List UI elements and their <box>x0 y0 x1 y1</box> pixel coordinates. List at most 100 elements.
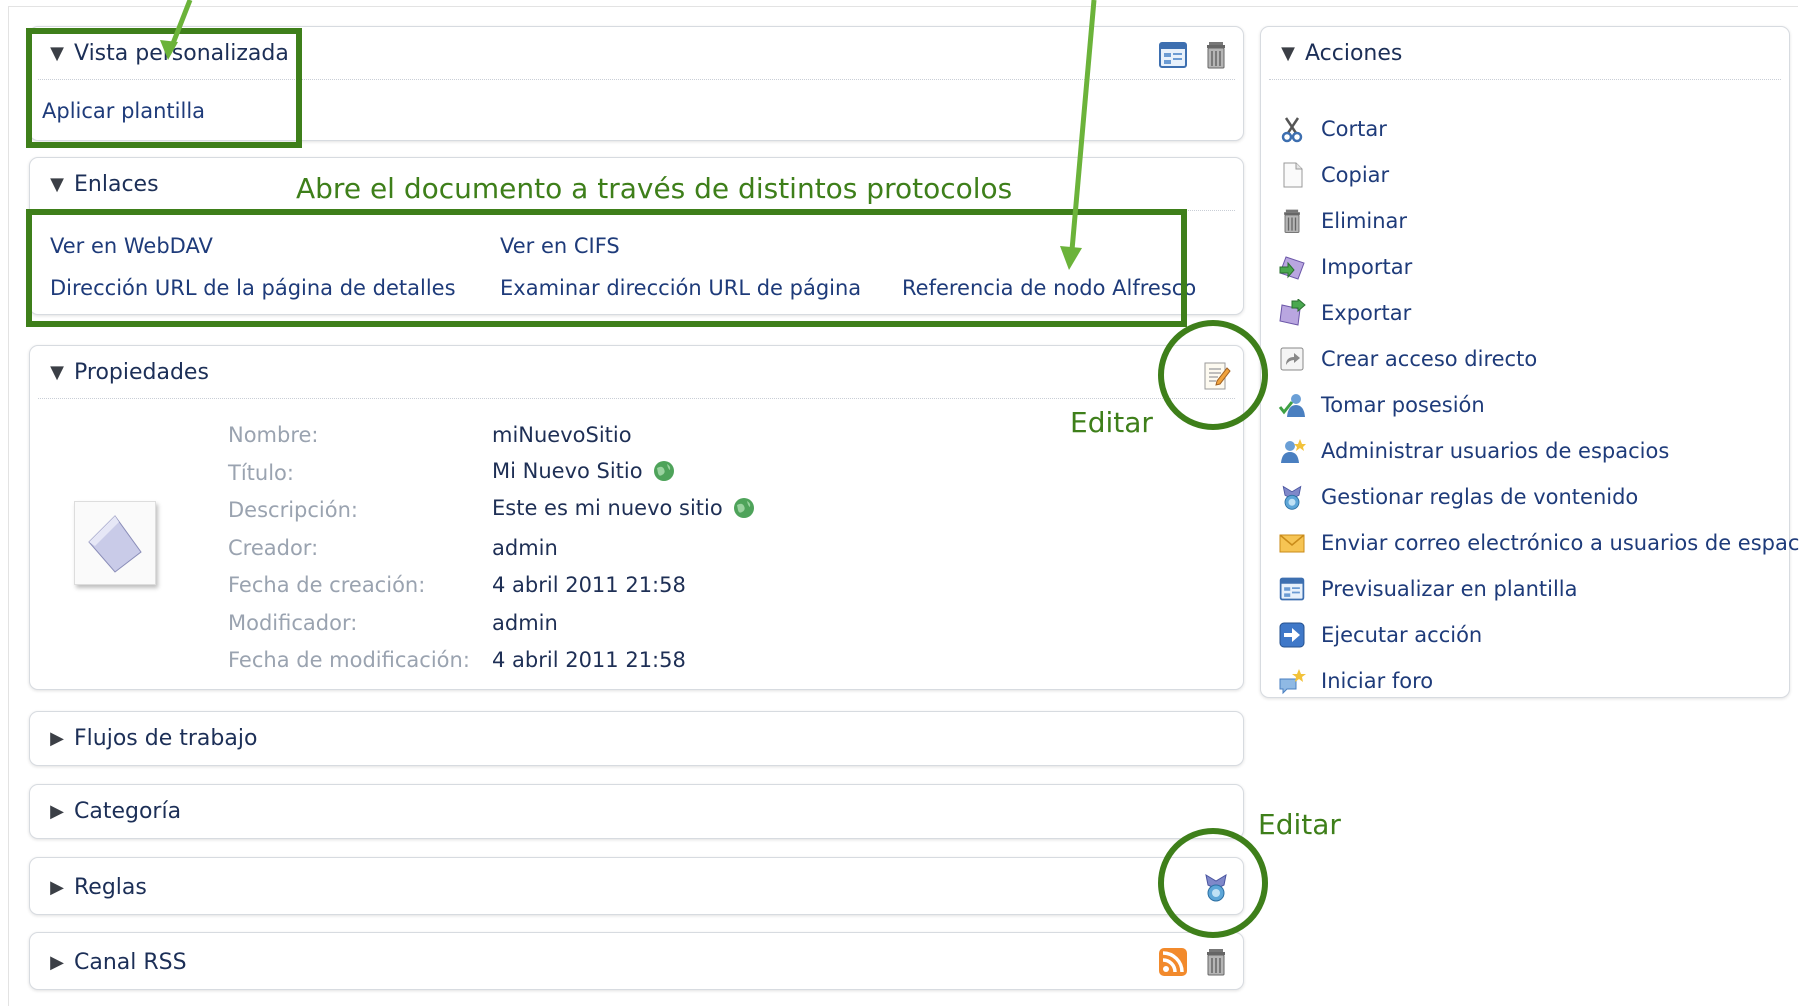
prop-value-fecha-modificacion: 4 abril 2011 21:58 <box>492 648 686 672</box>
value-text: admin <box>492 611 558 635</box>
run-action-icon <box>1279 622 1305 648</box>
trash-icon[interactable] <box>1200 39 1232 71</box>
prop-label-creador: Creador: <box>228 536 319 560</box>
panel-vista-personalizada: ▼ Vista personalizada Aplicar plantilla <box>29 26 1244 141</box>
action-administrar-usuarios[interactable]: Administrar usuarios de espacios <box>1277 434 1669 468</box>
panel-header[interactable]: ▶ Flujos de trabajo <box>30 712 1243 764</box>
value-text: Mi Nuevo Sitio <box>492 459 643 483</box>
trash-icon[interactable] <box>1200 946 1232 978</box>
action-cortar[interactable]: Cortar <box>1277 112 1387 146</box>
panel-flujos-de-trabajo: ▶ Flujos de trabajo <box>29 711 1244 766</box>
action-label: Crear acceso directo <box>1321 347 1538 371</box>
rules-icon[interactable] <box>1200 871 1232 903</box>
rss-icon[interactable] <box>1157 946 1189 978</box>
annotation-edit-rules: Editar <box>1258 808 1341 841</box>
action-label: Ejecutar acción <box>1321 623 1483 647</box>
value-text: 4 abril 2011 21:58 <box>492 648 686 672</box>
forum-icon <box>1279 669 1306 695</box>
link-cifs[interactable]: Ver en CIFS <box>500 234 620 258</box>
panel-header[interactable]: ▶ Canal RSS <box>30 933 1243 991</box>
prop-value-nombre: miNuevoSitio <box>492 423 632 447</box>
value-text: 4 abril 2011 21:58 <box>492 573 686 597</box>
divider <box>38 398 1235 399</box>
panel-canal-rss: ▶ Canal RSS <box>29 932 1244 990</box>
panel-header[interactable]: ▶ Reglas <box>30 858 1243 916</box>
action-label: Enviar correo electrónico a usuarios de … <box>1321 531 1800 555</box>
expand-triangle-icon[interactable]: ▶ <box>30 801 74 822</box>
panel-title: Reglas <box>74 874 147 900</box>
panel-title: Acciones <box>1305 40 1403 66</box>
action-eliminar[interactable]: Eliminar <box>1277 204 1407 238</box>
scissors-icon <box>1281 117 1303 143</box>
export-icon <box>1279 299 1306 326</box>
link-details-url[interactable]: Dirección URL de la página de detalles <box>50 276 456 300</box>
action-gestionar-reglas[interactable]: Gestionar reglas de vontenido <box>1277 480 1638 514</box>
prop-label-titulo: Título: <box>228 461 294 485</box>
edit-properties-icon[interactable] <box>1200 360 1232 392</box>
panel-title: Categoría <box>74 798 182 824</box>
prop-label-nombre: Nombre: <box>228 423 319 447</box>
action-label: Copiar <box>1321 163 1390 187</box>
globe-icon[interactable] <box>733 497 755 519</box>
prop-label-fecha-creacion: Fecha de creación: <box>228 573 426 597</box>
preview-template-icon <box>1279 577 1305 601</box>
link-browse-url[interactable]: Examinar dirección URL de página <box>500 276 861 300</box>
panel-header[interactable]: ▼ Propiedades <box>30 346 1243 398</box>
panel-acciones: ▼ Acciones Cortar Copiar Eliminar Import… <box>1260 26 1800 698</box>
panel-propiedades: ▼ Propiedades Nombre: Título: Descripció… <box>29 345 1244 690</box>
apply-template-link[interactable]: Aplicar plantilla <box>42 99 205 123</box>
action-tomar-posesion[interactable]: Tomar posesión <box>1277 388 1485 422</box>
globe-icon[interactable] <box>653 460 675 482</box>
prop-value-titulo: Mi Nuevo Sitio <box>492 459 675 483</box>
prop-label-fecha-modificacion: Fecha de modificación: <box>228 648 470 672</box>
prop-value-modificador: admin <box>492 611 558 635</box>
expand-triangle-icon[interactable]: ▶ <box>30 728 74 749</box>
import-icon <box>1279 256 1305 280</box>
action-previsualizar-plantilla[interactable]: Previsualizar en plantilla <box>1277 572 1578 606</box>
collapse-triangle-icon[interactable]: ▼ <box>30 362 74 383</box>
action-enviar-correo[interactable]: Enviar correo electrónico a usuarios de … <box>1277 526 1800 560</box>
collapse-triangle-icon[interactable]: ▼ <box>1261 43 1305 64</box>
action-label: Cortar <box>1321 117 1387 141</box>
value-text: Este es mi nuevo sitio <box>492 496 723 520</box>
document-thumbnail <box>74 501 156 585</box>
annotation-protocols: Abre el documento a través de distintos … <box>296 172 1013 205</box>
panel-header[interactable]: ▼ Vista personalizada <box>30 27 1243 79</box>
collapse-triangle-icon[interactable]: ▼ <box>30 174 74 195</box>
prop-value-fecha-creacion: 4 abril 2011 21:58 <box>492 573 686 597</box>
panel-title: Canal RSS <box>74 949 187 975</box>
panel-title: Enlaces <box>74 171 159 197</box>
action-iniciar-foro[interactable]: Iniciar foro <box>1277 664 1433 698</box>
divider <box>38 210 1235 211</box>
panel-title: Flujos de trabajo <box>74 725 258 751</box>
expand-triangle-icon[interactable]: ▶ <box>30 952 74 973</box>
link-webdav[interactable]: Ver en WebDAV <box>50 234 213 258</box>
panel-header[interactable]: ▶ Categoría <box>30 785 1243 837</box>
action-copiar[interactable]: Copiar <box>1277 158 1389 192</box>
action-label: Exportar <box>1321 301 1412 325</box>
expand-triangle-icon[interactable]: ▶ <box>30 877 74 898</box>
panel-categoria: ▶ Categoría <box>29 784 1244 839</box>
action-crear-acceso-directo[interactable]: Crear acceso directo <box>1277 342 1537 376</box>
action-label: Tomar posesión <box>1321 393 1485 417</box>
link-alfresco-node-ref[interactable]: Referencia de nodo Alfresco <box>902 276 1196 300</box>
action-label: Previsualizar en plantilla <box>1321 577 1578 601</box>
trash-icon <box>1284 209 1300 233</box>
manage-users-icon <box>1281 439 1306 463</box>
panel-header[interactable]: ▼ Acciones <box>1261 27 1789 79</box>
action-label: Importar <box>1321 255 1413 279</box>
panel-title: Propiedades <box>74 359 209 385</box>
action-ejecutar-accion[interactable]: Ejecutar acción <box>1277 618 1482 652</box>
email-icon <box>1279 534 1305 553</box>
action-importar[interactable]: Importar <box>1277 250 1412 284</box>
action-label: Iniciar foro <box>1321 669 1434 693</box>
action-label: Gestionar reglas de vontenido <box>1321 485 1639 509</box>
action-exportar[interactable]: Exportar <box>1277 296 1411 330</box>
value-text: admin <box>492 536 558 560</box>
shortcut-icon <box>1280 347 1304 371</box>
divider <box>1269 79 1781 80</box>
collapse-triangle-icon[interactable]: ▼ <box>30 43 74 64</box>
panel-reglas: ▶ Reglas <box>29 857 1244 915</box>
preview-template-icon[interactable] <box>1157 39 1189 71</box>
action-label: Administrar usuarios de espacios <box>1321 439 1670 463</box>
